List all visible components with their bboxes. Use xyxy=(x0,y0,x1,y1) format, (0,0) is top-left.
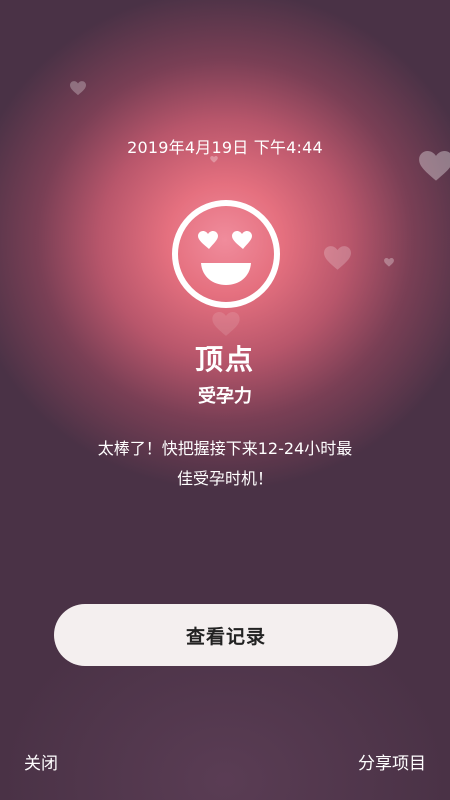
share-button[interactable]: 分享项目 xyxy=(358,749,426,774)
result-message-line: 太棒了！快把握接下来12-24小时最 xyxy=(97,439,353,458)
close-button[interactable]: 关闭 xyxy=(24,749,58,774)
view-records-button[interactable]: 查看记录 xyxy=(54,604,398,666)
fertility-level-title: 顶点 xyxy=(194,343,255,376)
record-timestamp: 2019年4月19日 下午4:44 xyxy=(127,138,323,157)
heart-eyes-smiley-icon xyxy=(172,200,280,308)
floating-heart-icon xyxy=(70,81,86,96)
fertility-label: 受孕力 xyxy=(198,386,252,407)
floating-heart-icon xyxy=(212,312,240,336)
floating-heart-icon xyxy=(324,246,351,270)
result-message-line: 佳受孕时机！ xyxy=(176,469,273,488)
floating-heart-icon xyxy=(384,258,394,267)
result-message: 太棒了！快把握接下来12-24小时最 佳受孕时机！ xyxy=(75,434,375,494)
ovulation-result-screen: 2019年4月19日 下午4:44 顶点 受孕力 太棒了！快把握接下来12-24… xyxy=(0,0,450,800)
